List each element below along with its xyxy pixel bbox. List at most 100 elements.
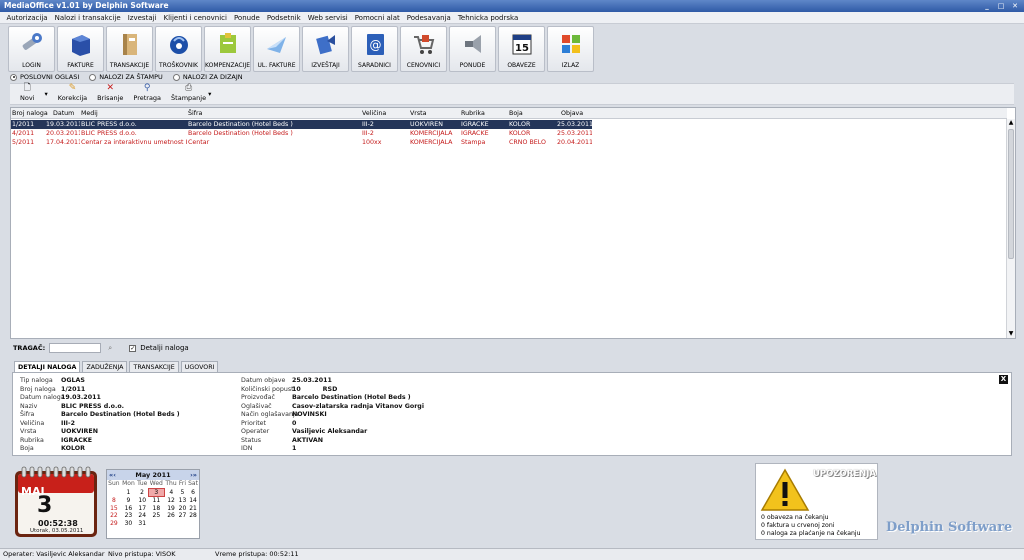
calendar-day[interactable]: 9 bbox=[121, 497, 136, 505]
calendar-day[interactable]: 11 bbox=[148, 497, 164, 505]
ul-fakture-button[interactable]: UL. FAKTURE bbox=[253, 26, 300, 72]
calendar-day[interactable]: 23 bbox=[121, 512, 136, 520]
column-header[interactable]: Objava bbox=[561, 108, 583, 119]
calendar-day[interactable]: 15 bbox=[107, 505, 121, 513]
new-button[interactable]: 🗋 Novi bbox=[20, 83, 35, 104]
cenovnici-button[interactable]: CENOVNICI bbox=[400, 26, 447, 72]
calendar-day[interactable]: 4 bbox=[164, 488, 178, 497]
calendar-day[interactable]: 2 bbox=[136, 488, 148, 497]
calendar-day[interactable]: 28 bbox=[187, 512, 199, 520]
tracker-input[interactable] bbox=[49, 343, 102, 353]
menu-podesavanja[interactable]: Podesavanja bbox=[403, 14, 454, 22]
edit-button[interactable]: ✎ Korekcija bbox=[58, 83, 87, 104]
prev-year-icon[interactable]: «‹ bbox=[109, 471, 116, 479]
calendar-day[interactable]: 24 bbox=[136, 512, 148, 520]
radio-poslovni-oglasi[interactable]: POSLOVNI OGLASI bbox=[10, 73, 79, 81]
calendar-day[interactable]: 21 bbox=[187, 505, 199, 513]
menu-podsetnik[interactable]: Podsetnik bbox=[263, 14, 304, 22]
calendar-day[interactable]: 26 bbox=[164, 512, 178, 520]
izvestaji-button[interactable]: IZVEŠTAJI bbox=[302, 26, 349, 72]
calendar-day[interactable]: 1 bbox=[121, 488, 136, 497]
calendar-day[interactable]: 16 bbox=[121, 505, 136, 513]
troskovnik-button[interactable]: TROŠKOVNIK bbox=[155, 26, 202, 72]
calendar-icon: 15 bbox=[508, 30, 536, 58]
pencil-icon: ✎ bbox=[68, 83, 77, 93]
menu-izvestaji[interactable]: Izvestaji bbox=[124, 14, 160, 22]
menu-nalozi[interactable]: Nalozi i transakcije bbox=[51, 14, 124, 22]
menu-ponude[interactable]: Ponude bbox=[230, 14, 263, 22]
calendar-day[interactable]: 14 bbox=[187, 497, 199, 505]
svg-text:@: @ bbox=[369, 38, 381, 52]
field-value: 10 RSD bbox=[292, 385, 338, 393]
minimize-button[interactable]: _ bbox=[982, 1, 992, 11]
menu-web-servisi[interactable]: Web servisi bbox=[304, 14, 351, 22]
maximize-button[interactable]: □ bbox=[996, 1, 1006, 11]
next-year-icon[interactable]: ›» bbox=[190, 471, 197, 479]
calendar-day[interactable]: 19 bbox=[164, 505, 178, 513]
column-header[interactable]: Broj naloga bbox=[12, 108, 48, 119]
table-row[interactable]: 4/2011 20.03.2011 BLIC PRESS d.o.o. Barc… bbox=[11, 129, 592, 138]
detail-field: Datum objave 25.03.2011 bbox=[241, 377, 332, 386]
menu-klijenti[interactable]: Klijenti i cenovnici bbox=[160, 14, 230, 22]
saradnici-button[interactable]: @ SARADNICI bbox=[351, 26, 398, 72]
calendar-day[interactable]: 18 bbox=[148, 505, 164, 513]
menu-tehnicka-podrska[interactable]: Tehnicka podrska bbox=[454, 14, 521, 22]
tab-detalji-naloga[interactable]: DETALJI NALOGA bbox=[14, 361, 81, 372]
new-dropdown-button[interactable]: ▾ bbox=[45, 90, 48, 104]
calendar-day[interactable]: 25 bbox=[148, 512, 164, 520]
ponude-button[interactable]: PONUDE bbox=[449, 26, 496, 72]
calendar-day[interactable]: 13 bbox=[178, 497, 187, 505]
menu-pomocni-alat[interactable]: Pomocni alat bbox=[351, 14, 403, 22]
field-label: Oglašivač bbox=[241, 402, 272, 410]
radio-nalozi-za-stampu[interactable]: NALOZI ZA ŠTAMPU bbox=[89, 73, 163, 81]
column-header[interactable]: Medij bbox=[81, 108, 98, 119]
scroll-down-icon[interactable]: ▼ bbox=[1007, 330, 1015, 338]
calendar-day[interactable]: 27 bbox=[178, 512, 187, 520]
obaveze-button[interactable]: 15 OBAVEZE bbox=[498, 26, 545, 72]
column-header[interactable]: Datum bbox=[53, 108, 74, 119]
delete-button[interactable]: ✕ Brisanje bbox=[97, 83, 123, 104]
calendar-day[interactable]: 8 bbox=[107, 497, 121, 505]
calendar-day[interactable]: 17 bbox=[136, 505, 148, 513]
column-header[interactable]: Rubrika bbox=[461, 108, 485, 119]
izlaz-button[interactable]: IZLAZ bbox=[547, 26, 594, 72]
calendar-day[interactable]: 5 bbox=[178, 488, 187, 497]
column-header[interactable]: Veličina bbox=[362, 108, 386, 119]
table-scrollbar[interactable]: ▲ ▼ bbox=[1006, 119, 1015, 338]
tab-ugovori[interactable]: UGOVORI bbox=[180, 361, 219, 372]
calendar-day[interactable]: 12 bbox=[164, 497, 178, 505]
calendar-day[interactable]: 22 bbox=[107, 512, 121, 520]
calendar-day[interactable]: 10 bbox=[136, 497, 148, 505]
login-button[interactable]: LOGIN bbox=[8, 26, 55, 72]
calendar-day[interactable] bbox=[107, 488, 121, 497]
scroll-up-icon[interactable]: ▲ bbox=[1007, 119, 1015, 127]
print-button[interactable]: ⎙ Štampanje bbox=[171, 83, 206, 104]
calendar-day-today[interactable]: 3 bbox=[147, 487, 165, 497]
calendar-day[interactable]: 29 bbox=[107, 520, 121, 528]
column-header[interactable]: Boja bbox=[509, 108, 523, 119]
transakcije-button[interactable]: TRANSAKCIJE bbox=[106, 26, 153, 72]
tab-zaduzenja[interactable]: ZADUŽENJA bbox=[82, 361, 128, 372]
kompenzacije-button[interactable]: KOMPENZACIJE bbox=[204, 26, 251, 72]
close-button[interactable]: ✕ bbox=[1010, 1, 1020, 11]
table-row[interactable]: 5/2011 17.04.2011 Centar za interaktivnu… bbox=[11, 138, 592, 147]
column-header[interactable]: Šifra bbox=[188, 108, 202, 119]
tab-transakcije[interactable]: TRANSAKCIJE bbox=[129, 361, 179, 372]
close-icon[interactable]: X bbox=[999, 375, 1008, 384]
search-icon[interactable]: ⌕ bbox=[105, 343, 115, 353]
radio-nalozi-za-dizajn[interactable]: NALOZI ZA DIZAJN bbox=[172, 73, 243, 81]
calendar-day[interactable]: 20 bbox=[178, 505, 187, 513]
fakture-button[interactable]: FAKTURE bbox=[57, 26, 104, 72]
calendar-day[interactable]: 30 bbox=[121, 520, 136, 528]
column-header[interactable]: Vrsta bbox=[410, 108, 427, 119]
details-checkbox[interactable]: ✓ bbox=[129, 344, 137, 352]
calendar-day[interactable]: 31 bbox=[136, 520, 148, 528]
search-button[interactable]: ⚲ Pretraga bbox=[133, 83, 161, 104]
radio-label: POSLOVNI OGLASI bbox=[20, 73, 80, 81]
print-dropdown-button[interactable]: ▾ bbox=[208, 90, 211, 104]
calendar-day[interactable]: 6 bbox=[187, 488, 199, 497]
scrollbar-thumb[interactable] bbox=[1008, 129, 1014, 259]
table-cell: 20.03.2011 bbox=[46, 130, 80, 137]
table-row[interactable]: 1/2011 19.03.2011 BLIC PRESS d.o.o. Barc… bbox=[11, 120, 592, 129]
menu-autorizacija[interactable]: Autorizacija bbox=[3, 14, 51, 22]
